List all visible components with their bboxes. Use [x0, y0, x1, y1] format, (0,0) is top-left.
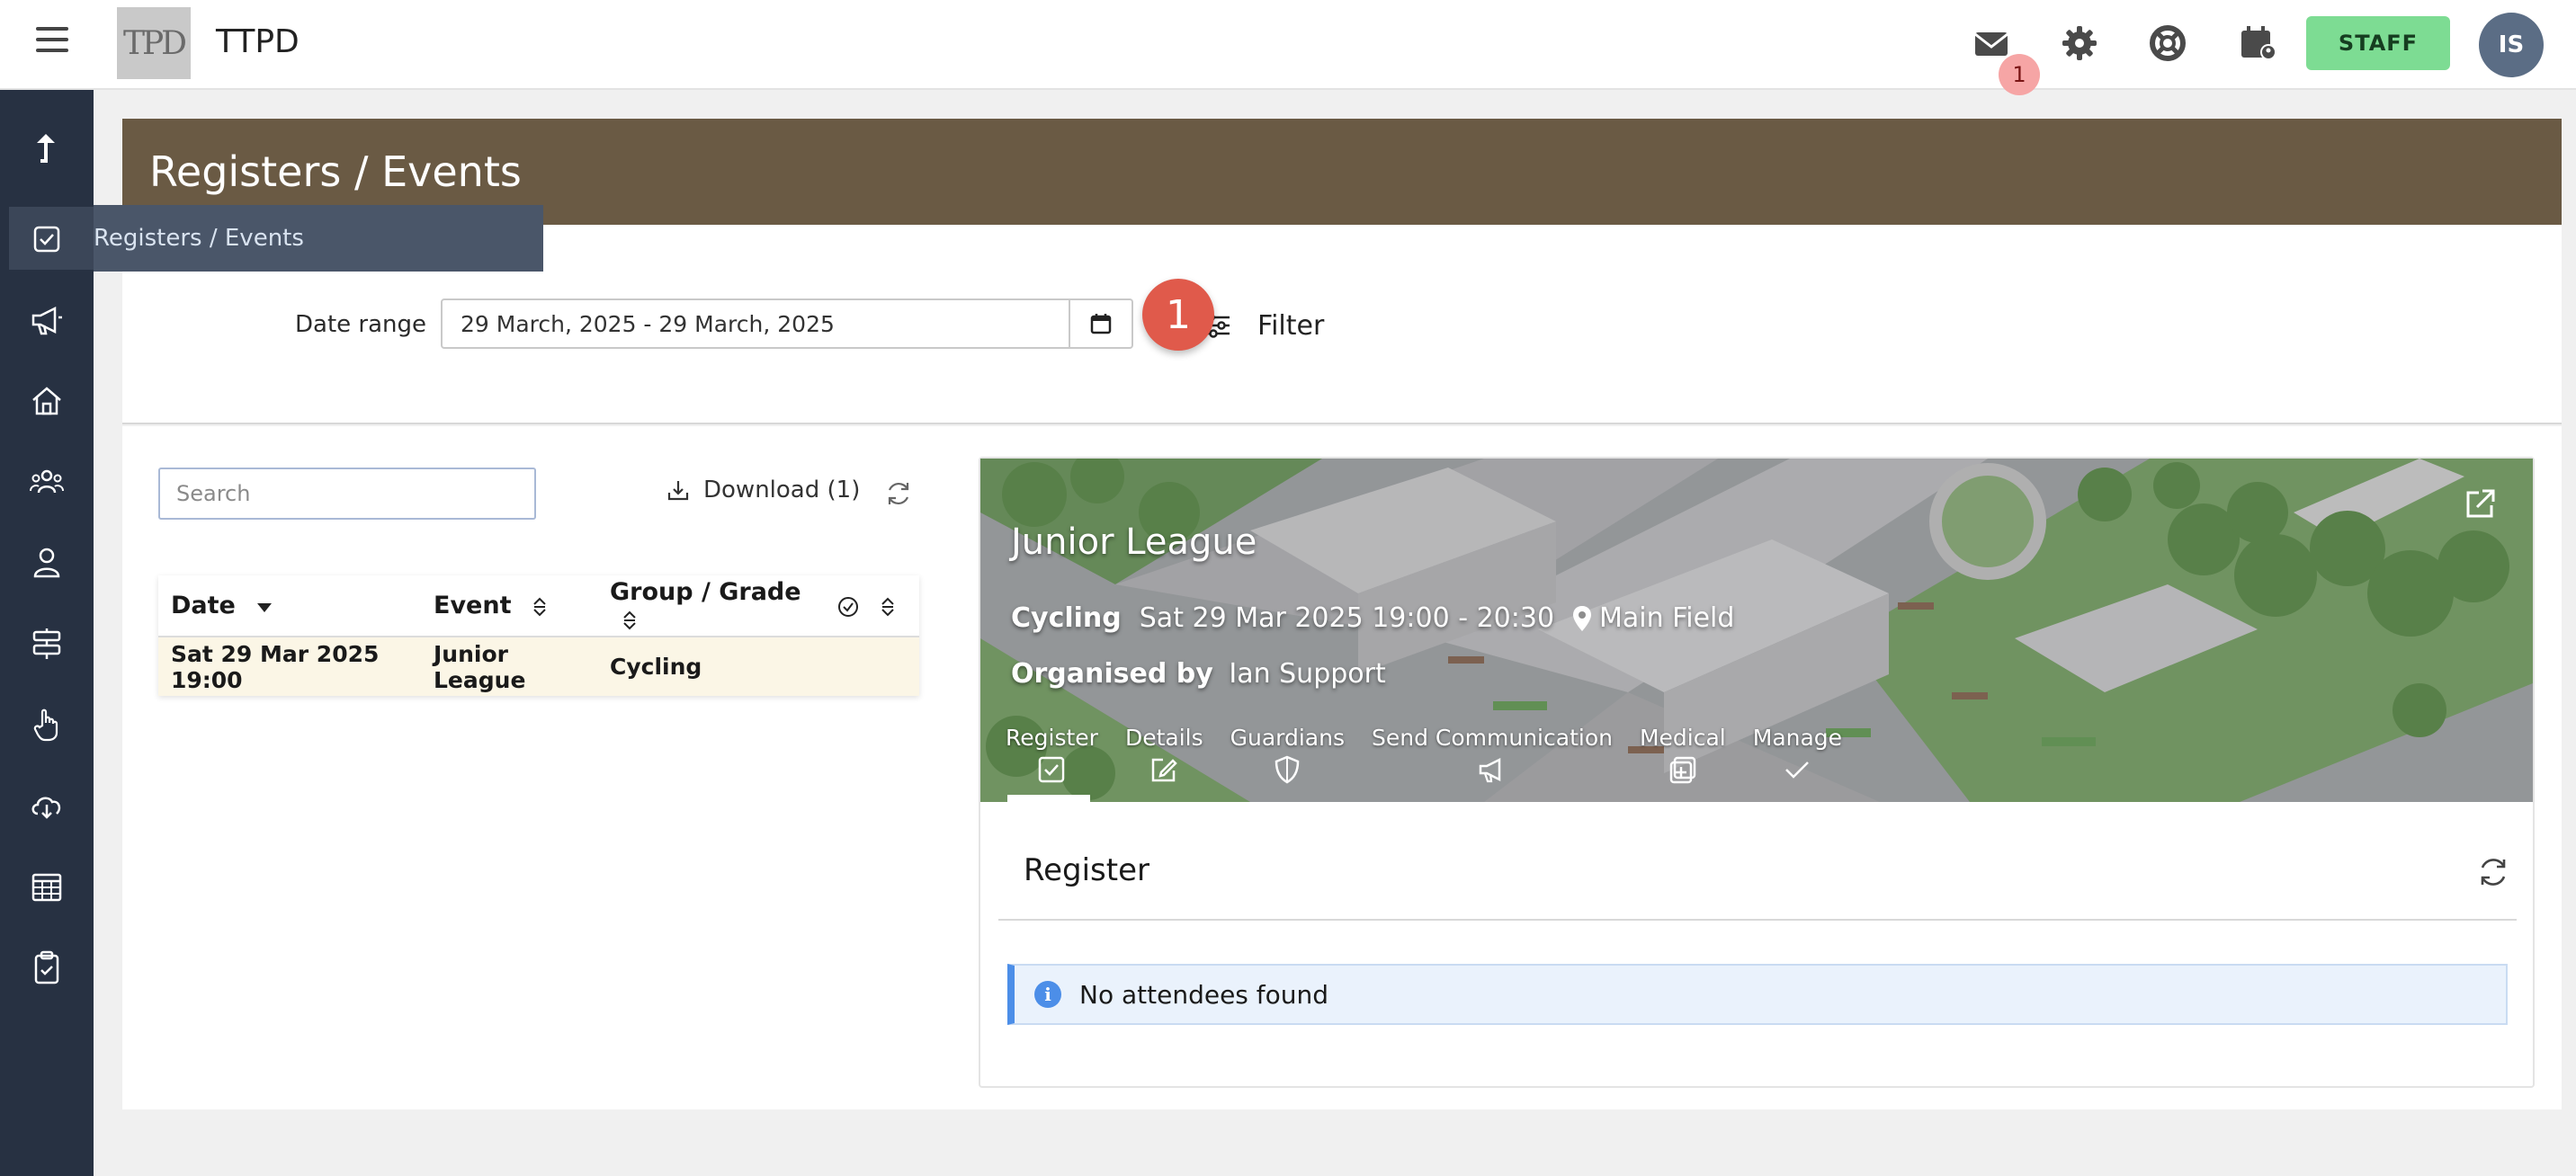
- filter-button[interactable]: Filter: [1202, 300, 1324, 351]
- table-row[interactable]: Sat 29 Mar 2025 19:00 Junior League Cycl…: [158, 637, 919, 696]
- organiser-name: Ian Support: [1229, 658, 1386, 690]
- avatar[interactable]: IS: [2479, 13, 2544, 77]
- event-activity: Cycling: [1011, 602, 1122, 634]
- event-hero: Junior League Cycling Sat 29 Mar 2025 19…: [980, 459, 2533, 802]
- checkmark-icon: [1785, 762, 1810, 779]
- calendar-icon: [1090, 314, 1112, 334]
- event-card: Junior League Cycling Sat 29 Mar 2025 19…: [979, 457, 2535, 1088]
- sidebar-tooltip: Registers / Events: [94, 205, 543, 272]
- column-header-label: Date: [171, 592, 236, 619]
- calendar-user-icon[interactable]: [2236, 22, 2279, 65]
- hand-pointer-icon[interactable]: [20, 698, 74, 752]
- megaphone-icon[interactable]: [20, 293, 74, 347]
- page-title: Registers / Events: [149, 147, 522, 196]
- sort-icon: [623, 610, 636, 630]
- refresh-list-icon[interactable]: [883, 478, 914, 509]
- tab-label: Medical: [1639, 725, 1726, 751]
- staff-button[interactable]: STAFF: [2306, 16, 2450, 70]
- main-panel: Download (1) Date Event Group / Grade: [122, 426, 2562, 1109]
- top-bar: TPD TTPD 1 STAFF IS: [0, 0, 2576, 95]
- search-input[interactable]: [158, 468, 536, 520]
- download-icon: [667, 481, 689, 501]
- shield-icon: [1275, 755, 1300, 784]
- table-icon[interactable]: [20, 860, 74, 913]
- person-icon[interactable]: [20, 536, 74, 590]
- edit-icon: [1152, 758, 1178, 782]
- download-label: Download (1): [703, 477, 861, 503]
- date-range-input[interactable]: 29 March, 2025 - 29 March, 2025: [441, 298, 1070, 349]
- tab-register[interactable]: Register: [1006, 725, 1098, 785]
- download-button[interactable]: Download (1): [666, 477, 860, 503]
- app-logo: TPD: [117, 7, 191, 79]
- map-pin-icon: [1573, 605, 1592, 631]
- event-meta: Cycling Sat 29 Mar 2025 19:00 - 20:30 Ma…: [1011, 602, 1734, 634]
- app-title: TTPD: [216, 23, 300, 60]
- medical-kit-icon: [1669, 756, 1696, 784]
- register-heading: Register: [1024, 852, 1149, 888]
- sort-icon: [533, 597, 546, 616]
- tab-details[interactable]: Details: [1125, 725, 1203, 785]
- hamburger-menu-icon[interactable]: [36, 25, 72, 61]
- filter-label: Filter: [1257, 309, 1325, 342]
- event-datetime: Sat 29 Mar 2025 19:00 - 20:30: [1139, 602, 1555, 634]
- sort-icon: [881, 597, 895, 616]
- event-location: Main Field: [1572, 602, 1734, 634]
- alert-message: No attendees found: [1079, 979, 1329, 1010]
- tab-label: Register: [1006, 725, 1098, 751]
- column-header-date[interactable]: Date: [158, 575, 421, 637]
- column-header-label: Event: [434, 592, 512, 619]
- row-status: [831, 637, 919, 696]
- column-header-group-grade[interactable]: Group / Grade: [597, 575, 831, 637]
- external-link-icon[interactable]: [2463, 486, 2499, 521]
- tab-send-communication[interactable]: Send Communication: [1372, 725, 1613, 785]
- checkbox-icon[interactable]: [20, 212, 74, 266]
- divider: [998, 919, 2517, 921]
- active-tab-indicator: [1007, 795, 1090, 802]
- mail-count-badge: 1: [1999, 54, 2040, 95]
- tab-label: Manage: [1752, 725, 1843, 751]
- tab-label: Guardians: [1230, 725, 1345, 751]
- sidebar: [0, 90, 94, 1176]
- calendar-button[interactable]: [1070, 298, 1133, 349]
- event-title: Junior League: [1011, 521, 1257, 563]
- gear-icon[interactable]: [2058, 22, 2101, 65]
- home-icon[interactable]: [20, 374, 74, 428]
- column-header-event[interactable]: Event: [421, 575, 597, 637]
- checkbox-icon: [1039, 756, 1065, 783]
- date-range-label: Date range: [295, 311, 427, 338]
- lifebuoy-icon[interactable]: [2146, 22, 2189, 65]
- tab-label: Send Communication: [1372, 725, 1613, 751]
- clipboard-check-icon[interactable]: [20, 940, 74, 994]
- tab-label: Details: [1124, 725, 1203, 751]
- event-location-text: Main Field: [1599, 602, 1735, 634]
- column-header-status[interactable]: [831, 575, 919, 637]
- filter-count-badge: 1: [1142, 279, 1214, 351]
- sort-desc-icon: [257, 602, 273, 612]
- info-icon: i: [1034, 981, 1061, 1008]
- refresh-register-icon[interactable]: [2475, 854, 2511, 890]
- people-icon[interactable]: [20, 455, 74, 509]
- check-circle-icon: [838, 596, 858, 617]
- signpost-icon[interactable]: [20, 617, 74, 671]
- tab-manage[interactable]: Manage: [1753, 725, 1842, 785]
- tab-medical[interactable]: Medical: [1640, 725, 1726, 785]
- level-up-icon[interactable]: [20, 122, 74, 176]
- event-tabs: Register Details Guardians Send Communic…: [1006, 725, 1869, 785]
- column-header-label: Group / Grade: [610, 577, 801, 606]
- event-organiser: Organised by Ian Support: [1011, 658, 1386, 690]
- tab-guardians[interactable]: Guardians: [1230, 725, 1345, 785]
- cloud-download-icon[interactable]: [20, 779, 74, 833]
- organised-by-label: Organised by: [1011, 658, 1213, 690]
- table-header-row: Date Event Group / Grade: [158, 575, 919, 637]
- megaphone-icon: [1479, 757, 1501, 783]
- row-group: Cycling: [597, 637, 831, 696]
- row-date: Sat 29 Mar 2025 19:00: [158, 637, 421, 696]
- events-table: Date Event Group / Grade Sat 29 Mar 2025…: [158, 575, 919, 696]
- row-event: Junior League: [421, 637, 597, 696]
- no-attendees-alert: i No attendees found: [1007, 964, 2508, 1025]
